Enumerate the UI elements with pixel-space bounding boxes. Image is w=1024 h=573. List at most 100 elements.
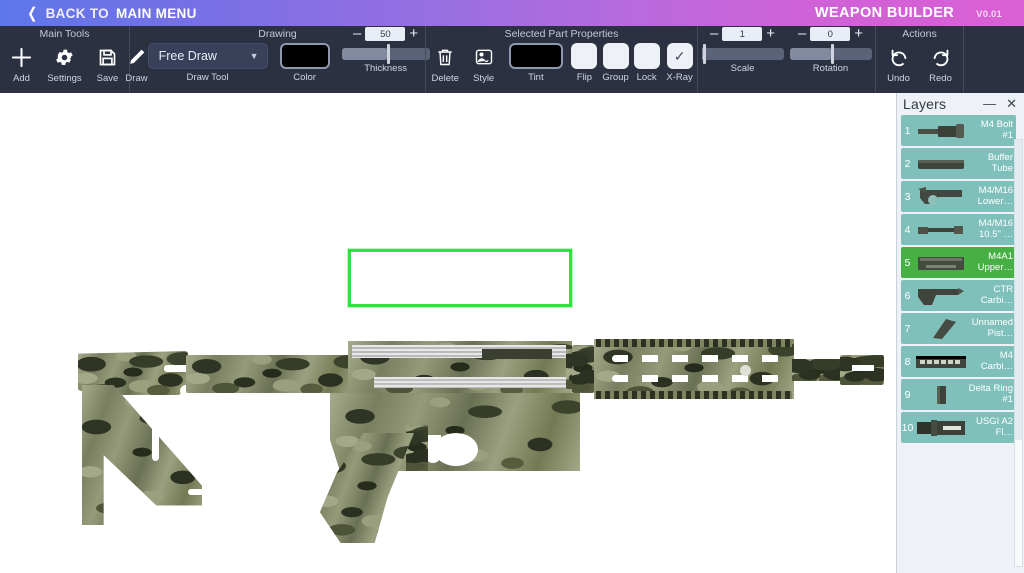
layer-name: CTR Carbi… — [968, 285, 1016, 306]
layer-row[interactable]: 3 M4/M16 Lower… — [901, 181, 1016, 212]
save-label: Save — [97, 73, 119, 84]
floppy-disk-icon — [97, 43, 118, 71]
pencil-icon — [126, 43, 148, 71]
chevron-left-icon: ❮ — [27, 6, 37, 21]
color-swatch[interactable] — [280, 43, 330, 69]
thickness-control: – 50 + Thickness — [342, 26, 430, 74]
layer-row[interactable]: 8 M4 Carbi… — [901, 346, 1016, 377]
close-icon[interactable]: ✕ — [1003, 98, 1020, 110]
add-label: Add — [13, 73, 30, 84]
layer-row[interactable]: 6 CTR Carbi… — [901, 280, 1016, 311]
scale-value[interactable]: 1 — [722, 27, 762, 41]
layers-scrollbar[interactable] — [1014, 139, 1023, 567]
main-menu-label: MAIN MENU — [116, 6, 197, 21]
weapon-canvas[interactable] — [0, 93, 1024, 573]
layer-index: 7 — [901, 324, 914, 334]
scale-decrease-button[interactable]: – — [710, 28, 718, 40]
settings-label: Settings — [47, 73, 81, 84]
upper-receiver-thumb — [914, 250, 968, 276]
group-checkbox[interactable] — [603, 43, 629, 69]
toolbar-section-empty — [963, 26, 1024, 93]
part-magwell[interactable] — [406, 425, 428, 471]
buffer-tube-thumb — [914, 151, 968, 177]
section-title-main-tools: Main Tools — [0, 26, 129, 41]
undo-label: Undo — [887, 73, 910, 84]
layer-index: 10 — [901, 423, 914, 433]
scale-slider[interactable] — [702, 48, 784, 60]
back-to-main-menu-button[interactable]: ❮ BACK TO MAIN MENU — [0, 6, 197, 21]
layers-list[interactable]: 1 M4 Bolt #1 2 Buffer Tube 3 M4/M16 Lowe… — [897, 115, 1024, 573]
part-barrel[interactable] — [792, 359, 844, 381]
layer-name: Unnamed Pist… — [968, 318, 1016, 339]
layer-name: M4 Bolt #1 — [968, 120, 1016, 141]
thickness-decrease-button[interactable]: – — [353, 28, 361, 40]
layer-row[interactable]: 10 USGI A2 Fl… — [901, 412, 1016, 443]
undo-button[interactable]: Undo — [878, 41, 920, 84]
toolbar-section-drawing: Drawing Draw Free Draw ▼ Draw Tool — [129, 26, 425, 93]
lock-checkbox[interactable] — [634, 43, 660, 69]
draw-tool-select[interactable]: Free Draw ▼ — [148, 43, 268, 69]
header-right: WEAPON BUILDER V0.01 — [815, 5, 1024, 21]
layer-row[interactable]: 2 Buffer Tube — [901, 148, 1016, 179]
section-title-actions: Actions — [876, 26, 963, 41]
tint-swatch[interactable] — [509, 43, 563, 69]
trash-icon — [435, 43, 455, 71]
style-label: Style — [473, 73, 494, 84]
chevron-down-icon: ▼ — [250, 51, 259, 61]
layer-index: 5 — [901, 258, 914, 268]
scale-increase-button[interactable]: + — [766, 28, 775, 40]
weapon-builder-app: ❮ BACK TO MAIN MENU WEAPON BUILDER V0.01… — [0, 0, 1024, 573]
stock-slot-2 — [188, 489, 204, 495]
xray-control: ✓ X-Ray — [662, 41, 697, 83]
layer-name: M4/M16 10.5" … — [968, 219, 1016, 240]
part-stock-lower[interactable] — [82, 385, 202, 525]
draw-tool-control: Free Draw ▼ Draw Tool — [148, 41, 268, 83]
gear-icon — [54, 43, 75, 71]
rotation-increase-button[interactable]: + — [854, 28, 863, 40]
part-handguard[interactable] — [594, 339, 794, 399]
thickness-increase-button[interactable]: + — [409, 28, 418, 40]
lower-receiver-thumb — [914, 184, 968, 210]
rotation-decrease-button[interactable]: – — [798, 28, 806, 40]
delete-button[interactable]: Delete — [426, 41, 464, 84]
layer-row[interactable]: 4 M4/M16 10.5" … — [901, 214, 1016, 245]
layer-index: 9 — [901, 390, 914, 400]
bolt-thumb — [914, 118, 968, 144]
app-header: ❮ BACK TO MAIN MENU WEAPON BUILDER V0.01 — [0, 0, 1024, 26]
minimize-icon[interactable]: — — [980, 98, 999, 110]
add-button[interactable]: Add — [0, 41, 43, 84]
draw-button[interactable]: Draw — [125, 41, 147, 84]
layer-row[interactable]: 9 Delta Ring #1 — [901, 379, 1016, 410]
layer-row[interactable]: 7 Unnamed Pist… — [901, 313, 1016, 344]
handguard-rail-bottom — [596, 391, 792, 399]
layer-row[interactable]: 5 M4A1 Upper… — [901, 247, 1016, 278]
save-button[interactable]: Save — [86, 41, 129, 84]
lock-label: Lock — [637, 72, 657, 83]
rotation-control: – 0 + Rotation — [787, 26, 875, 74]
redo-button[interactable]: Redo — [920, 41, 962, 84]
rotation-value[interactable]: 0 — [810, 27, 850, 41]
layer-index: 4 — [901, 225, 914, 235]
section-title-selected-part: Selected Part Properties — [426, 26, 697, 41]
thickness-value[interactable]: 50 — [365, 27, 405, 41]
xray-checkbox[interactable]: ✓ — [667, 43, 693, 69]
layer-name: M4/M16 Lower… — [968, 186, 1016, 207]
back-to-label: BACK TO — [46, 6, 109, 21]
scale-label: Scale — [731, 63, 755, 74]
flip-checkbox[interactable] — [571, 43, 597, 69]
layers-panel-header: Layers — ✕ — [897, 93, 1024, 115]
layer-index: 3 — [901, 192, 914, 202]
toolbar-section-transform: – 1 + Scale – 0 + — [697, 26, 875, 93]
part-delta-ring[interactable] — [572, 345, 594, 393]
part-buffer-tube[interactable] — [186, 355, 358, 393]
layers-scrollbar-thumb[interactable] — [1015, 140, 1022, 440]
style-button[interactable]: Style — [464, 41, 502, 84]
rotation-slider[interactable] — [790, 48, 872, 60]
thickness-slider[interactable] — [342, 48, 430, 60]
flash-hider-slot — [852, 365, 874, 371]
charging-handle — [482, 349, 552, 359]
group-control: Group — [600, 41, 631, 83]
layer-row[interactable]: 1 M4 Bolt #1 — [901, 115, 1016, 146]
settings-button[interactable]: Settings — [43, 41, 86, 84]
handguard-vent-row-bottom — [612, 375, 780, 382]
